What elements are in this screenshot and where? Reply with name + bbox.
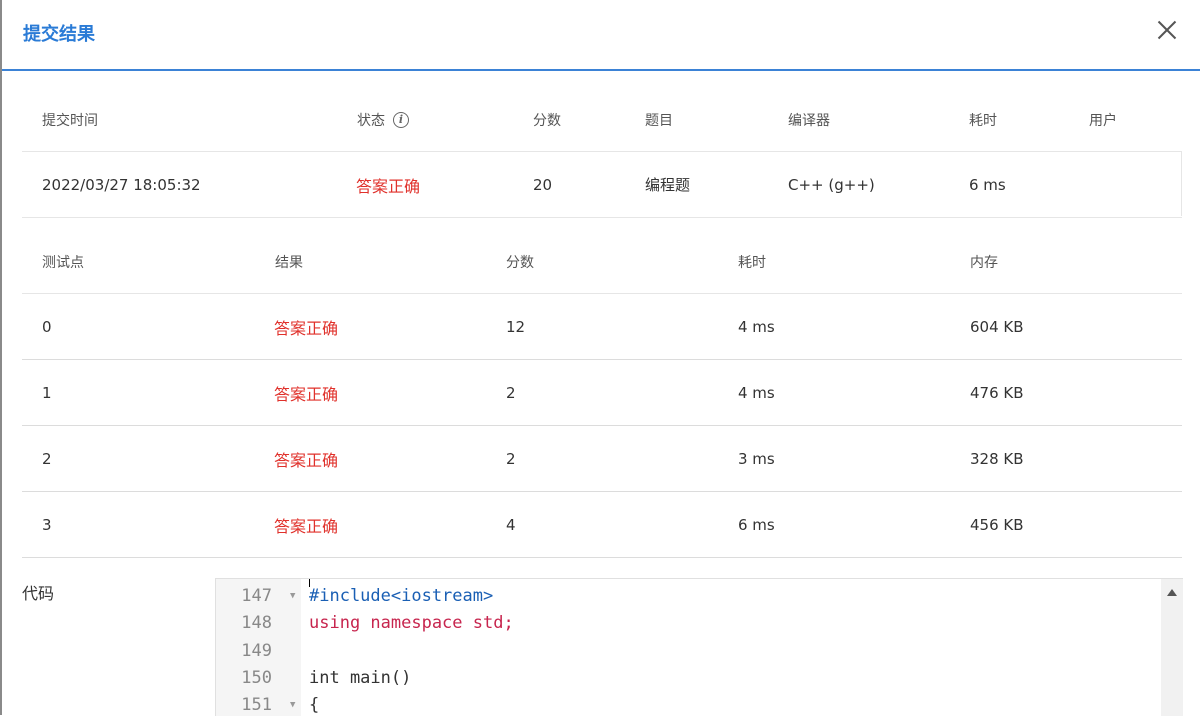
test-memory: 456 KB	[970, 515, 1024, 534]
test-elapsed: 6 ms	[738, 515, 775, 534]
submit-time: 2022/03/27 18:05:32	[42, 175, 201, 194]
code-line: 149	[216, 641, 1166, 668]
code-line-text: using namespace std;	[309, 613, 514, 633]
table-row: 1 答案正确 2 4 ms 476 KB	[22, 360, 1182, 426]
table-row: 0 答案正确 12 4 ms 604 KB	[22, 294, 1182, 360]
info-icon[interactable]: i	[393, 111, 409, 128]
status-badge[interactable]: 答案正确	[356, 152, 420, 217]
compiler-value: C++ (g++)	[788, 175, 875, 194]
test-score: 2	[506, 383, 516, 402]
table-row: 3 答案正确 4 6 ms 456 KB	[22, 492, 1182, 558]
code-line: 151 ▼ {	[216, 695, 1166, 716]
header-status: 状态 i	[357, 88, 409, 151]
line-number: 151	[241, 695, 272, 715]
test-score: 12	[506, 317, 526, 336]
submission-summary-table: 提交时间 状态 i 分数 题目 编译器 耗时 用户 2022/03/27 18:…	[22, 88, 1182, 218]
test-elapsed: 4 ms	[738, 317, 775, 336]
code-line-text: int main()	[309, 668, 412, 688]
test-case-id: 1	[42, 383, 52, 402]
test-elapsed: 4 ms	[738, 383, 775, 402]
code-line-text: {	[309, 695, 320, 715]
code-line: 150 int main()	[216, 668, 1166, 695]
page-left-edge	[0, 0, 2, 715]
table-row: 2 答案正确 2 3 ms 328 KB	[22, 426, 1182, 492]
test-score: 2	[506, 449, 516, 468]
summary-data-row: 2022/03/27 18:05:32 答案正确 20 编程题 C++ (g++…	[22, 152, 1182, 218]
test-result: 答案正确	[274, 384, 339, 404]
test-case-id: 0	[42, 317, 52, 336]
test-elapsed: 3 ms	[738, 449, 775, 468]
header-test-score: 分数	[506, 254, 534, 271]
header-user: 用户	[1089, 112, 1117, 129]
dialog-header: 提交结果	[2, 0, 1200, 71]
summary-right-border	[1181, 151, 1182, 216]
problem-value: 编程题	[645, 176, 691, 194]
test-case-id: 3	[42, 515, 52, 534]
close-icon[interactable]	[1154, 17, 1180, 43]
summary-header-row: 提交时间 状态 i 分数 题目 编译器 耗时 用户	[22, 88, 1182, 152]
test-memory: 604 KB	[970, 317, 1024, 336]
line-number: 149	[241, 641, 272, 661]
dialog-title: 提交结果	[23, 24, 95, 45]
line-number: 150	[241, 668, 272, 688]
fold-arrow-icon[interactable]: ▼	[290, 700, 295, 710]
code-line: 147 ▼ #include<iostream>	[216, 586, 1166, 613]
test-memory: 476 KB	[970, 383, 1024, 402]
header-submit-time: 提交时间	[42, 112, 98, 129]
header-test-elapsed: 耗时	[738, 254, 766, 271]
line-number: 148	[241, 613, 272, 633]
header-test-case: 测试点	[42, 254, 84, 271]
header-problem: 题目	[645, 112, 673, 129]
fold-arrow-icon[interactable]: ▼	[290, 591, 295, 601]
score-value: 20	[533, 175, 553, 194]
line-number: 147	[241, 586, 272, 606]
scroll-up-icon[interactable]	[1167, 589, 1177, 596]
code-line-text: #include<iostream>	[309, 586, 494, 606]
test-score: 4	[506, 515, 516, 534]
test-result: 答案正确	[274, 450, 339, 470]
header-compiler: 编译器	[788, 112, 830, 129]
test-case-id: 2	[42, 449, 52, 468]
header-score: 分数	[533, 112, 561, 129]
test-cases-table: 测试点 结果 分数 耗时 内存 0 答案正确 12 4 ms 604 KB 1 …	[22, 230, 1182, 558]
header-result: 结果	[275, 254, 303, 271]
test-result: 答案正确	[274, 516, 339, 536]
code-editor[interactable]: 147 ▼ #include<iostream> 148 using names…	[215, 578, 1183, 716]
elapsed-value: 6 ms	[969, 175, 1006, 194]
code-label: 代码	[22, 584, 55, 603]
tests-header-row: 测试点 结果 分数 耗时 内存	[22, 230, 1182, 294]
test-result: 答案正确	[274, 318, 339, 338]
header-status-label: 状态	[357, 112, 385, 129]
header-elapsed: 耗时	[969, 112, 997, 129]
test-memory: 328 KB	[970, 449, 1024, 468]
vertical-scrollbar[interactable]	[1161, 579, 1183, 716]
header-memory: 内存	[970, 254, 998, 271]
code-line: 148 using namespace std;	[216, 613, 1166, 640]
